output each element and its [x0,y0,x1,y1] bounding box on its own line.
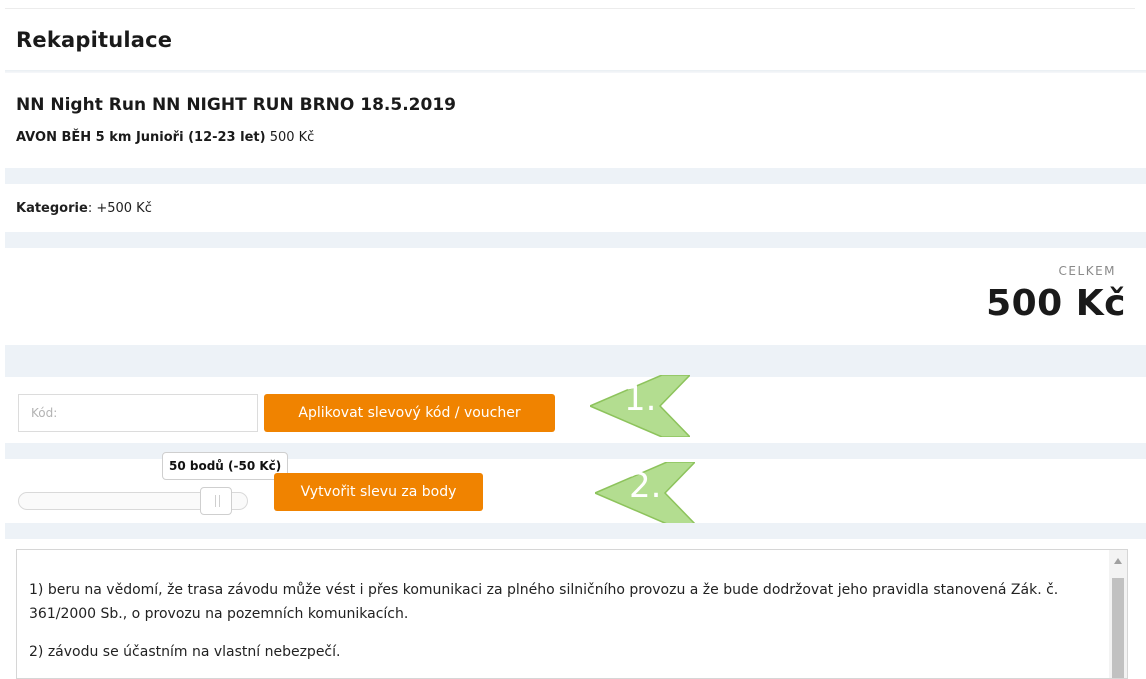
scroll-up-arrow-icon[interactable] [1114,558,1122,564]
step-marker-2: 2. [595,462,695,524]
terms-item-2: 2) závodu se účastním na vlastní nebezpe… [29,644,341,660]
step-marker-1: 1. [590,375,690,437]
step-marker-2-label: 2. [629,466,662,506]
race-line: AVON BĚH 5 km Junioři (12-23 let) 500 Kč [16,130,314,145]
page-title: Rekapitulace [16,28,173,52]
terms-text: 1) beru na vědomí, že trasa závodu může … [29,578,1089,678]
event-title: NN Night Run NN NIGHT RUN BRNO 18.5.2019 [16,95,456,115]
points-tooltip: 50 bodů (-50 Kč) [162,452,289,480]
category-line: Kategorie: +500 Kč [16,201,152,216]
terms-box[interactable]: 1) beru na vědomí, že trasa závodu může … [16,549,1128,679]
top-divider [5,8,1135,9]
section-band [5,345,1146,377]
terms-scrollbar[interactable] [1109,550,1127,678]
points-slider-handle[interactable] [199,487,232,515]
total-label: CELKEM [1058,264,1116,278]
section-divider [5,70,1146,73]
race-name: AVON BĚH 5 km Junioři (12-23 let) [16,130,266,145]
section-band [5,523,1146,539]
section-band [5,168,1146,184]
total-value: 500 Kč [986,283,1126,324]
scroll-thumb[interactable] [1112,578,1124,678]
create-points-discount-button[interactable]: Vytvořit slevu za body [274,473,483,511]
voucher-code-input[interactable] [18,394,258,432]
race-price: 500 Kč [269,130,315,145]
category-value: : +500 Kč [87,201,152,216]
step-marker-1-label: 1. [624,379,657,419]
apply-voucher-button[interactable]: Aplikovat slevový kód / voucher [264,394,555,432]
terms-item-1: 1) beru na vědomí, že trasa závodu může … [29,582,1059,622]
section-band [5,232,1146,248]
category-label: Kategorie [16,201,88,216]
